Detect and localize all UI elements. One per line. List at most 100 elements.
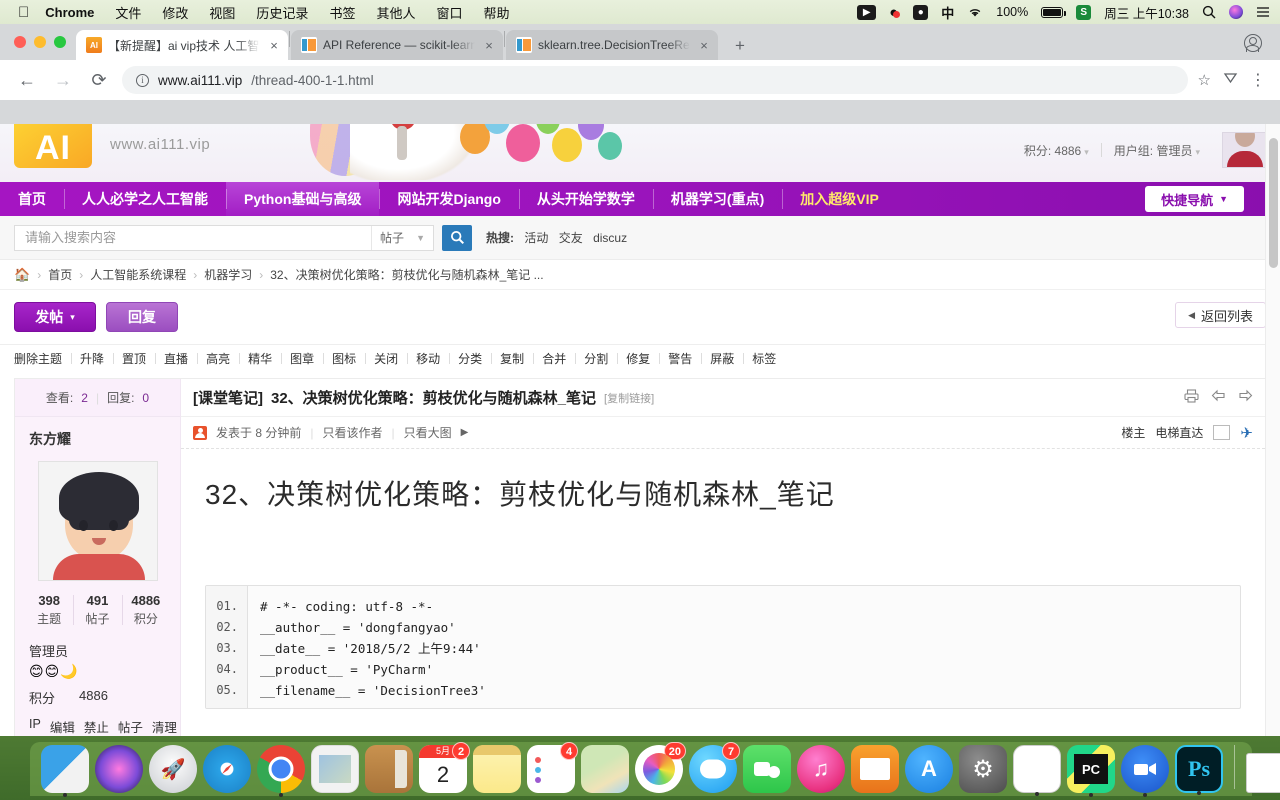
mod-warn[interactable]: 警告 xyxy=(659,350,701,367)
bookmark-star-icon[interactable]: ☆ xyxy=(1198,71,1211,89)
stat-topics[interactable]: 398 主题 xyxy=(25,593,73,627)
reply-button[interactable]: 回复 xyxy=(106,302,178,332)
dock-minimized-document[interactable] xyxy=(1246,753,1280,793)
screen-record-icon[interactable]: ▶ xyxy=(857,4,877,20)
nav-item-django[interactable]: 网站开发Django xyxy=(379,182,518,216)
mod-close[interactable]: 关闭 xyxy=(365,350,407,367)
post-prefix[interactable]: [课堂笔记] xyxy=(193,387,263,408)
mod-icon[interactable]: 图标 xyxy=(323,350,365,367)
post-button[interactable]: 发帖 ▾ xyxy=(14,302,96,332)
dock-item-photos[interactable]: 20 xyxy=(635,742,686,793)
menubar-clock[interactable]: 周三 上午10:38 xyxy=(1104,3,1189,22)
manage-posts[interactable]: 帖子 xyxy=(118,717,143,736)
breadcrumb-item-home[interactable]: 首页 xyxy=(48,266,72,283)
search-icon[interactable] xyxy=(1202,5,1216,19)
dock-item-safari[interactable] xyxy=(203,745,251,793)
user-avatar-thumb[interactable] xyxy=(1222,132,1266,168)
mod-move[interactable]: 移动 xyxy=(407,350,449,367)
mod-tag[interactable]: 标签 xyxy=(743,350,785,367)
breadcrumb-item-machine-learning[interactable]: 机器学习 xyxy=(204,266,252,283)
mod-delete-topic[interactable]: 删除主题 xyxy=(14,350,71,367)
dock-item-system-preferences[interactable]: ⚙ xyxy=(959,745,1007,793)
mod-live[interactable]: 直播 xyxy=(155,350,197,367)
mod-sticky[interactable]: 置顶 xyxy=(113,350,155,367)
menubar-item-file[interactable]: 文件 xyxy=(115,3,141,22)
address-bar[interactable]: i www.ai111.vip/thread-400-1-1.html xyxy=(122,66,1188,94)
dock-item-pycharm[interactable] xyxy=(1067,745,1115,797)
close-tab-icon[interactable]: × xyxy=(481,38,497,53)
browser-tab-1[interactable]: AI 【新提醒】ai vip技术 人工智能 × xyxy=(76,30,288,60)
notification-center-icon[interactable] xyxy=(1256,6,1270,18)
dock-item-launchpad[interactable]: 🚀 xyxy=(149,745,197,793)
dock-item-messages[interactable]: 7 xyxy=(689,742,740,793)
close-tab-icon[interactable]: × xyxy=(696,38,712,53)
dock-item-chrome[interactable] xyxy=(257,745,305,797)
chrome-menu-icon[interactable]: ⋮ xyxy=(1250,70,1266,90)
back-to-list-button[interactable]: ◀ 返回列表 xyxy=(1175,302,1266,328)
nav-item-machine-learning[interactable]: 机器学习(重点) xyxy=(652,182,782,216)
right-triangle-icon[interactable]: ▶ xyxy=(461,427,469,438)
stat-posts[interactable]: 491 帖子 xyxy=(73,593,121,627)
mod-ban[interactable]: 屏蔽 xyxy=(701,350,743,367)
close-tab-icon[interactable]: × xyxy=(266,38,282,53)
dock-item-contacts[interactable] xyxy=(365,745,413,793)
elevator-icon[interactable]: ✈ xyxy=(1240,424,1253,442)
search-type-select[interactable]: 帖子 ▼ xyxy=(371,225,433,250)
dock-item-notes[interactable] xyxy=(473,745,521,793)
mod-classify[interactable]: 分类 xyxy=(449,350,491,367)
dock-item-facetime[interactable] xyxy=(743,745,791,793)
menubar-item-people[interactable]: 其他人 xyxy=(376,3,415,22)
dock-item-finder[interactable] xyxy=(41,745,89,797)
new-tab-button[interactable]: + xyxy=(726,32,754,60)
mod-stamp[interactable]: 图章 xyxy=(281,350,323,367)
apple-menu-icon[interactable]:  xyxy=(18,5,29,20)
dock-item-photoshop[interactable]: Ps xyxy=(1175,745,1223,795)
breadcrumb-item-ai-course[interactable]: 人工智能系统课程 xyxy=(90,266,186,283)
battery-icon[interactable] xyxy=(1041,6,1067,18)
dock-item-camtasia[interactable] xyxy=(1121,745,1169,797)
mod-highlight[interactable]: 高亮 xyxy=(197,350,239,367)
avatar[interactable] xyxy=(37,461,158,581)
only-author-link[interactable]: 只看该作者 xyxy=(322,424,382,441)
next-arrow-icon[interactable] xyxy=(1238,389,1253,406)
reload-button[interactable]: ⟳ xyxy=(86,67,112,93)
dock-item-calendar[interactable]: 5月 2 2 xyxy=(419,742,470,793)
user-points[interactable]: 积分: 4886 ▾ xyxy=(1012,142,1101,159)
mic-icon[interactable]: ● xyxy=(913,4,929,20)
prev-arrow-icon[interactable] xyxy=(1211,389,1226,406)
forward-button[interactable]: → xyxy=(50,67,76,93)
page-scrollbar[interactable] xyxy=(1265,124,1280,736)
author-name[interactable]: 东方耀 xyxy=(15,417,180,457)
search-input[interactable] xyxy=(15,225,371,250)
site-logo[interactable]: AI xyxy=(14,124,92,168)
nav-item-python[interactable]: Python基础与高级 xyxy=(226,182,380,216)
extension-icon[interactable] xyxy=(1223,70,1238,90)
menubar-item-history[interactable]: 历史记录 xyxy=(256,3,308,22)
maximize-window-button[interactable] xyxy=(54,36,66,48)
nav-item-home[interactable]: 首页 xyxy=(0,182,64,216)
browser-tab-3[interactable]: sklearn.tree.DecisionTreeRegr × xyxy=(506,30,718,60)
input-method-icon[interactable]: 中 xyxy=(941,3,954,22)
copy-link-button[interactable]: [复制链接] xyxy=(604,390,654,406)
nav-item-math[interactable]: 从头开始学数学 xyxy=(518,182,653,216)
window-traffic-lights[interactable] xyxy=(14,36,66,48)
dock-item-app-store[interactable]: A xyxy=(905,745,953,793)
manage-clean[interactable]: 清理 xyxy=(152,717,177,736)
quick-nav-button[interactable]: 快捷导航 ▼ xyxy=(1145,186,1244,212)
hot-search-item-activity[interactable]: 活动 xyxy=(524,231,548,245)
mod-repair[interactable]: 修复 xyxy=(617,350,659,367)
menubar-item-chrome[interactable]: Chrome xyxy=(45,5,94,20)
search-box[interactable]: 帖子 ▼ xyxy=(14,224,434,251)
dock-item-ibooks[interactable] xyxy=(851,745,899,793)
menubar-item-bookmarks[interactable]: 书签 xyxy=(329,3,355,22)
mod-split[interactable]: 分割 xyxy=(575,350,617,367)
print-icon[interactable] xyxy=(1184,389,1199,406)
mod-merge[interactable]: 合并 xyxy=(533,350,575,367)
stat-points[interactable]: 4886 积分 xyxy=(121,593,170,627)
minimize-window-button[interactable] xyxy=(34,36,46,48)
sogou-input-icon[interactable]: S xyxy=(1076,4,1092,20)
mod-move-updown[interactable]: 升降 xyxy=(71,350,113,367)
mod-digest[interactable]: 精华 xyxy=(239,350,281,367)
scrollbar-thumb[interactable] xyxy=(1269,138,1278,268)
hot-search-item-friends[interactable]: 交友 xyxy=(559,231,583,245)
